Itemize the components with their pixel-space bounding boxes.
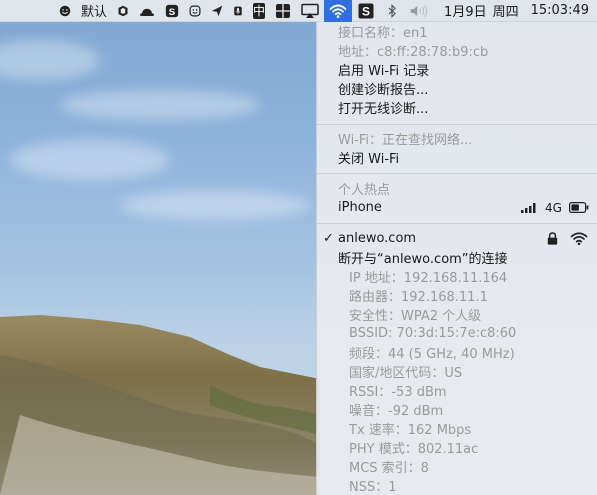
svg-text:S: S [362,4,370,18]
wifi-status-row: Wi-Fi：正在查找网络... [317,129,597,148]
menu-separator [317,223,597,224]
shield-status-item[interactable] [112,0,134,22]
menu-separator [317,124,597,125]
detail-row: Tx 速率：162 Mbps [317,419,597,438]
bluetooth-status-item[interactable] [380,0,404,22]
weekday-label: 周四 [492,5,519,20]
volume-status-item[interactable] [404,0,434,22]
smiley-status-item[interactable] [54,0,76,22]
send-status-item[interactable] [206,0,228,22]
grid-status-item[interactable] [270,0,296,22]
nss-text: NSS：1 [349,480,397,495]
menu-separator [317,173,597,174]
tx-rate-text: Tx 速率：162 Mbps [349,423,472,438]
signal-bars-icon [521,203,536,213]
personal-hotspot-header: 个人热点 [317,179,597,198]
detail-row: 频段：44 (5 GHz, 40 MHz) [317,343,597,362]
detail-row: 国家/地区代码：US [317,362,597,381]
wifi-icon [329,4,347,18]
bluetooth-icon [388,3,396,18]
detail-row: 安全性：WPA2 个人级 [317,305,597,324]
chinese-input-item[interactable]: 中 [248,0,270,22]
detail-row: MCS 索引：8 [317,457,597,476]
enable-wifi-logging-item[interactable]: 启用 Wi-Fi 记录 [317,60,597,79]
address-text: 地址：c8:ff:28:78:b9:cb [338,45,489,60]
wifi-status-item[interactable] [324,0,353,22]
interface-name-item: 接口名称：en1 [317,22,597,41]
ime-label: 默认 [81,5,108,20]
hotspot-device-name: iPhone [338,200,382,215]
disconnect-network-label: 断开与“anlewo.com”的连接 [338,252,508,267]
interface-name-text: 接口名称：en1 [338,26,428,41]
detail-row: 噪音：-92 dBm [317,400,597,419]
menu-bar: 默认 S 中 S 1月9日 周四 15:03:49 [0,0,597,22]
open-wireless-diagnostics-item[interactable]: 打开无线诊断... [317,98,597,117]
clock-item[interactable]: 1月9日 周四 15:03:49 [434,0,597,22]
s-square-icon: S [358,3,374,18]
open-wireless-diagnostics-label: 打开无线诊断... [338,102,429,117]
s-square-status-item[interactable]: S [352,0,380,22]
battery-icon [569,202,589,213]
airplay-status-item[interactable] [296,0,324,22]
mic-status-item[interactable] [228,0,248,22]
s-app-icon: S [165,4,179,17]
turn-off-wifi-item[interactable]: 关闭 Wi-Fi [317,148,597,167]
detail-row: BSSID: 70:3d:15:7e:c8:60 [317,324,597,343]
noise-text: 噪音：-92 dBm [349,404,444,419]
hotspot-iphone-item[interactable]: iPhone 4G [317,198,597,217]
airplay-icon [301,3,319,18]
chinese-input-label: 中 [253,3,266,18]
create-diagnostics-report-label: 创建诊断报告... [338,83,429,98]
detail-row: 路由器：192.168.11.1 [317,286,597,305]
enable-wifi-logging-label: 启用 Wi-Fi 记录 [338,64,430,79]
time-label: 15:03:49 [530,3,589,18]
smiley-icon [59,5,71,16]
create-diagnostics-report-item[interactable]: 创建诊断报告... [317,79,597,98]
grid-icon [276,3,291,18]
ip-address-text: IP 地址：192.168.11.164 [349,271,508,286]
send-icon [211,5,223,16]
svg-text:S: S [169,6,176,17]
detail-row: NSS：1 [317,476,597,495]
security-text: 安全性：WPA2 个人级 [349,309,482,324]
hotspot-network-type: 4G [545,200,562,215]
input-source-item[interactable]: 默认 [76,0,112,22]
detail-row: IP 地址：192.168.11.164 [317,267,597,286]
checkmark-icon: ✓ [323,231,334,246]
address-item: 地址：c8:ff:28:78:b9:cb [317,41,597,60]
country-code-text: 国家/地区代码：US [349,366,463,381]
hat-icon [140,8,155,16]
channel-text: 频段：44 (5 GHz, 40 MHz) [349,347,515,362]
lock-icon [547,232,558,245]
shield-icon [118,5,128,16]
bssid-text: BSSID: 70:3d:15:7e:c8:60 [349,326,517,341]
phy-mode-text: PHY 模式：802.11ac [349,442,479,457]
mcs-index-text: MCS 索引：8 [349,461,429,476]
volume-icon [410,4,428,17]
face-status-item[interactable] [184,0,206,22]
face-icon [189,5,201,16]
router-text: 路由器：192.168.11.1 [349,290,488,305]
personal-hotspot-header-text: 个人热点 [338,183,391,198]
rssi-text: RSSI：-53 dBm [349,385,447,400]
wifi-status-text: Wi-Fi：正在查找网络... [338,133,473,148]
turn-off-wifi-label: 关闭 Wi-Fi [338,152,400,167]
connected-network-name: anlewo.com [338,231,417,246]
connected-network-item[interactable]: ✓ anlewo.com [317,229,597,248]
hat-status-item[interactable] [134,0,160,22]
wifi-signal-icon [570,232,588,246]
detail-row: RSSI：-53 dBm [317,381,597,400]
s-app-status-item[interactable]: S [160,0,184,22]
chinese-input-icon: 中 [253,2,266,19]
disconnect-network-item[interactable]: 断开与“anlewo.com”的连接 [317,248,597,267]
detail-row: PHY 模式：802.11ac [317,438,597,457]
wifi-dropdown-menu: 接口名称：en1 地址：c8:ff:28:78:b9:cb 启用 Wi-Fi 记… [316,22,597,495]
mic-icon [234,6,242,15]
date-label: 1月9日 [444,5,487,20]
